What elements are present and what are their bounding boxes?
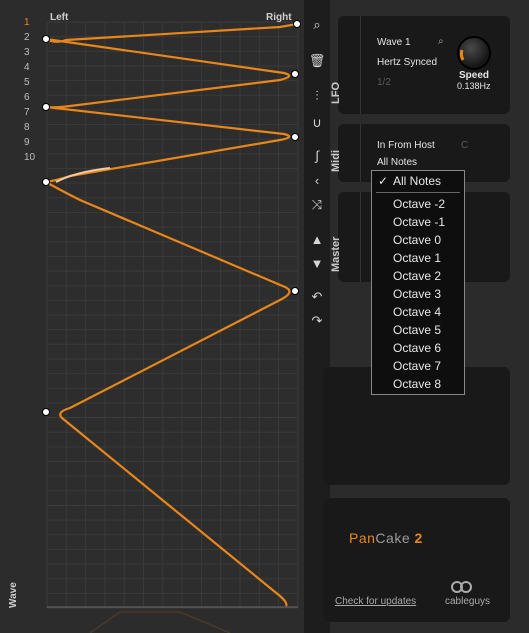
curve-point[interactable] xyxy=(291,70,299,78)
arrow-up-icon[interactable]: ▲ xyxy=(304,232,330,247)
check-icon: ✓ xyxy=(378,174,389,188)
brand-panel: PanCake 2 Check for updates cableguys xyxy=(323,498,510,622)
dropdown-option[interactable]: Octave 1 xyxy=(372,249,464,267)
row-number[interactable]: 8 xyxy=(24,122,40,133)
curve-point[interactable] xyxy=(42,408,50,416)
curve-point[interactable] xyxy=(42,178,50,186)
lower-ghost-curve xyxy=(89,611,231,633)
row-number[interactable]: 6 xyxy=(24,92,40,103)
dropdown-option[interactable]: Octave -1 xyxy=(372,213,464,231)
dropdown-option[interactable]: Octave 4 xyxy=(372,303,464,321)
master-tab[interactable]: Master xyxy=(330,192,361,282)
header-left: Left xyxy=(50,12,69,23)
dropdown-selected-item[interactable]: ✓ All Notes xyxy=(372,172,464,190)
row-number[interactable]: 1 xyxy=(24,17,40,28)
dropdown-divider xyxy=(376,192,460,193)
undo-icon[interactable]: ↶ xyxy=(304,289,330,305)
row-number[interactable]: 5 xyxy=(24,77,40,88)
speed-knob[interactable] xyxy=(459,38,489,68)
lfo-wave-editor[interactable]: Left Right 1 2 3 4 5 6 7 8 9 10 Wave xyxy=(0,0,328,633)
wave-select[interactable]: Wave 1 xyxy=(377,37,411,48)
dropdown-option[interactable]: Octave 8 xyxy=(372,375,464,393)
dropdown-option[interactable]: Octave 5 xyxy=(372,321,464,339)
s-curve-icon[interactable]: ∫ xyxy=(304,148,330,163)
arrow-down-icon[interactable]: ▼ xyxy=(304,256,330,271)
knob-value: 0.138Hz xyxy=(457,81,491,91)
redo-icon[interactable]: ↷ xyxy=(304,313,330,329)
search-icon[interactable]: ⌕ xyxy=(304,17,330,33)
header-right: Right xyxy=(266,12,292,23)
node-link-icon[interactable]: ⫶ xyxy=(304,88,330,104)
trash-icon[interactable]: 🗑 xyxy=(304,53,330,69)
curve-point[interactable] xyxy=(291,287,299,295)
cableguys-logo-icon xyxy=(451,580,473,593)
row-number[interactable]: 4 xyxy=(24,62,40,73)
row-number[interactable]: 3 xyxy=(24,47,40,58)
row-number[interactable]: 10 xyxy=(24,152,40,163)
lfo-tab[interactable]: LFO xyxy=(330,16,361,114)
curve-point[interactable] xyxy=(42,103,50,111)
midi-tab[interactable]: Midi xyxy=(330,124,361,182)
row-number[interactable]: 7 xyxy=(24,107,40,118)
search-icon[interactable]: ⌕ xyxy=(438,36,444,47)
shuffle-icon[interactable]: ⤨ xyxy=(304,197,330,213)
curve-point[interactable] xyxy=(291,133,299,141)
wave-label: Wave xyxy=(8,582,19,608)
channel-hint: C xyxy=(461,140,469,151)
angle-icon[interactable]: ‹ xyxy=(304,173,330,188)
product-name: PanCake 2 xyxy=(349,530,423,546)
curve-point[interactable] xyxy=(293,20,301,28)
dropdown-option[interactable]: Octave 6 xyxy=(372,339,464,357)
dropdown-option[interactable]: Octave 7 xyxy=(372,357,464,375)
check-updates-link[interactable]: Check for updates xyxy=(335,596,416,607)
curve-point[interactable] xyxy=(42,35,50,43)
midi-notes[interactable]: All Notes xyxy=(377,157,417,168)
notes-dropdown[interactable]: ✓ All Notes Octave -2 Octave -1 Octave 0 Oc… xyxy=(371,170,465,395)
knob-label: Speed xyxy=(459,70,490,81)
row-number[interactable]: 9 xyxy=(24,137,40,148)
dropdown-option[interactable]: Octave -2 xyxy=(372,195,464,213)
sync-mode[interactable]: Hertz Synced xyxy=(377,57,437,68)
knob-indicator xyxy=(459,49,465,61)
dropdown-option[interactable]: Octave 0 xyxy=(372,231,464,249)
dropdown-option[interactable]: Octave 3 xyxy=(372,285,464,303)
dropdown-option[interactable]: Octave 2 xyxy=(372,267,464,285)
rate-value[interactable]: 1/2 xyxy=(377,77,391,88)
wave-grid[interactable] xyxy=(0,0,304,633)
curve-icon[interactable]: ∪ xyxy=(304,115,330,131)
company-name: cableguys xyxy=(445,596,491,607)
row-number[interactable]: 2 xyxy=(24,32,40,43)
midi-input[interactable]: In From Host xyxy=(377,140,435,151)
